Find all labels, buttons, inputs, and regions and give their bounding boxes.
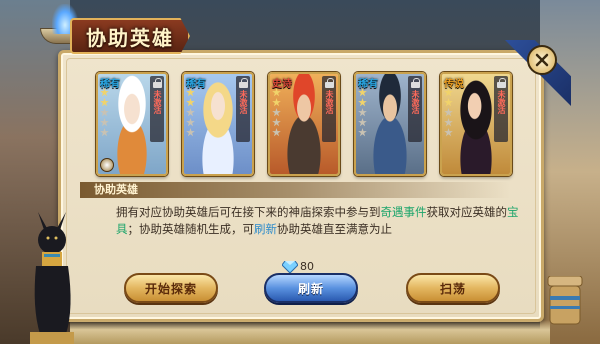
- close-button[interactable]: [527, 45, 557, 75]
- star-icon: [358, 108, 367, 117]
- star-icon: [444, 98, 453, 107]
- lock-icon: [238, 78, 248, 88]
- lock-icon: [410, 78, 420, 88]
- section-header-bar: [80, 182, 510, 198]
- sweep-button[interactable]: 扫荡: [406, 273, 500, 303]
- lock-icon: [152, 78, 162, 88]
- description-part: 协助英雄直至满意为止: [277, 222, 392, 236]
- star-icon: [444, 88, 453, 97]
- hero-card[interactable]: 史诗 未激活: [268, 72, 340, 176]
- lock-icon: [324, 78, 334, 88]
- lock-icon: [496, 78, 506, 88]
- star-icon: [358, 128, 367, 137]
- hero-card[interactable]: 稀有 未激活: [354, 72, 426, 176]
- hero-cards: 稀有 未激活 稀有 未激活 史诗 未激活 稀有 未激活 传说 未激活: [96, 72, 520, 178]
- star-icon: [100, 118, 109, 127]
- star-icon: [186, 128, 195, 137]
- highlight-encounter-event: 奇遇事件: [380, 205, 427, 219]
- hero-stars: [186, 88, 195, 137]
- description-part: 拥有对应协助英雄后可在接下来的神庙探索中参与到: [116, 205, 381, 219]
- description-text: 拥有对应协助英雄后可在接下来的神庙探索中参与到奇遇事件获取对应英雄的宝具；协助英…: [116, 204, 536, 238]
- star-icon: [272, 128, 281, 137]
- dialog-title: 协助英雄: [86, 26, 174, 50]
- hero-stars: [100, 88, 109, 137]
- hero-stars: [272, 88, 281, 137]
- star-icon: [444, 118, 453, 127]
- refresh-cost: 80: [282, 260, 314, 273]
- star-icon: [100, 98, 109, 107]
- hero-stars: [444, 88, 453, 137]
- hero-lock-column: 未激活: [150, 76, 164, 142]
- star-icon: [358, 118, 367, 127]
- star-icon: [186, 98, 195, 107]
- close-icon: [535, 53, 549, 67]
- hero-status: 未激活: [153, 90, 162, 114]
- star-icon: [272, 118, 281, 127]
- hero-card[interactable]: 稀有 未激活: [96, 72, 168, 176]
- star-icon: [186, 108, 195, 117]
- star-icon: [100, 108, 109, 117]
- hero-stars: [358, 88, 367, 137]
- star-icon: [272, 88, 281, 97]
- hero-lock-column: 未激活: [236, 76, 250, 142]
- hero-status: 未激活: [239, 90, 248, 114]
- star-icon: [272, 98, 281, 107]
- star-icon: [358, 88, 367, 97]
- highlight-refresh: 刷新: [254, 222, 277, 236]
- bottom-rope-decoration: [70, 320, 550, 344]
- description-part: 获取对应英雄的: [426, 205, 508, 219]
- hero-status: 未激活: [325, 90, 334, 114]
- hero-lock-column: 未激活: [494, 76, 508, 142]
- refresh-button[interactable]: 刷新: [264, 273, 358, 303]
- star-icon: [186, 118, 195, 127]
- hero-status: 未激活: [497, 90, 506, 114]
- hero-badge-icon: [100, 158, 114, 172]
- bastet-cat-statue-icon: [30, 212, 74, 344]
- hero-card[interactable]: 稀有 未激活: [182, 72, 254, 176]
- start-explore-button[interactable]: 开始探索: [124, 273, 218, 303]
- star-icon: [444, 128, 453, 137]
- star-icon: [358, 98, 367, 107]
- star-icon: [100, 88, 109, 97]
- star-icon: [186, 88, 195, 97]
- hero-card[interactable]: 传说 未激活: [440, 72, 512, 176]
- cost-value: 80: [300, 260, 314, 273]
- star-icon: [100, 128, 109, 137]
- section-title: 协助英雄: [94, 183, 138, 196]
- clay-jar-icon: [547, 276, 583, 325]
- hero-lock-column: 未激活: [322, 76, 336, 142]
- star-icon: [444, 108, 453, 117]
- hero-status: 未激活: [411, 90, 420, 114]
- hero-lock-column: 未激活: [408, 76, 422, 142]
- description-part: ；协助英雄随机生成，可: [127, 222, 255, 236]
- star-icon: [272, 108, 281, 117]
- diamond-icon: [282, 260, 298, 273]
